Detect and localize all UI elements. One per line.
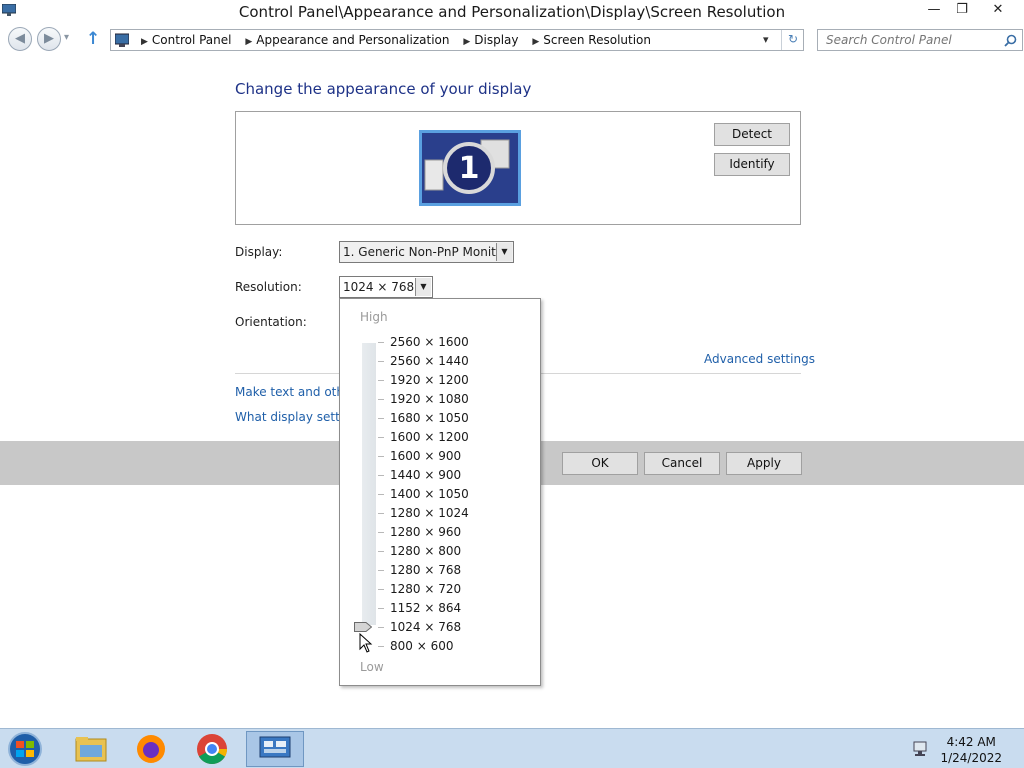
slider-tick <box>378 608 384 609</box>
resolution-option[interactable]: 1400 × 1050 <box>390 487 469 501</box>
cancel-button[interactable]: Cancel <box>644 452 720 475</box>
slider-high-label: High <box>360 310 388 324</box>
resolution-option[interactable]: 2560 × 1440 <box>390 354 469 368</box>
slider-tick <box>378 456 384 457</box>
display-select-value: 1. Generic Non-PnP Monitor <box>343 245 509 259</box>
start-button[interactable] <box>4 731 46 767</box>
control-panel-icon <box>259 736 291 758</box>
breadcrumb-display[interactable]: Display <box>474 33 518 47</box>
mouse-cursor-icon <box>359 633 373 653</box>
breadcrumb-separator-icon: ▶ <box>532 37 540 47</box>
resolution-dropdown[interactable]: High 2560 × 1600 2560 × 1440 1920 × 1200 19… <box>339 298 541 686</box>
address-bar[interactable]: ▶ Control Panel ▶ Appearance and Personali… <box>110 29 804 51</box>
slider-low-label: Low <box>360 660 384 674</box>
slider-tick <box>378 494 384 495</box>
identify-button[interactable]: Identify <box>714 153 790 176</box>
address-dropdown-button[interactable]: ▾ <box>763 33 769 46</box>
resolution-option[interactable]: 1920 × 1200 <box>390 373 469 387</box>
advanced-settings-link[interactable]: Advanced settings <box>704 352 815 366</box>
breadcrumb-control-panel[interactable]: Control Panel <box>152 33 232 47</box>
back-arrow-icon: ◀ <box>15 31 25 46</box>
restore-button[interactable]: ❐ <box>946 0 978 22</box>
chevron-down-icon: ▼ <box>496 243 512 261</box>
monitor-1-icon[interactable]: 1 <box>419 130 521 206</box>
slider-tick <box>378 589 384 590</box>
file-explorer-icon[interactable] <box>62 731 120 767</box>
breadcrumb-separator-icon: ▶ <box>463 37 471 47</box>
slider-tick <box>378 570 384 571</box>
detect-button[interactable]: Detect <box>714 123 790 146</box>
slider-tick <box>378 418 384 419</box>
resolution-option[interactable]: 1024 × 768 <box>390 620 461 634</box>
breadcrumb-appearance[interactable]: Appearance and Personalization <box>256 33 449 47</box>
slider-tick <box>378 646 384 647</box>
slider-tick <box>378 437 384 438</box>
slider-tick <box>378 380 384 381</box>
resolution-option[interactable]: 800 × 600 <box>390 639 454 653</box>
slider-tick <box>378 399 384 400</box>
close-button[interactable]: ✕ <box>982 0 1014 22</box>
resolution-slider-thumb[interactable] <box>354 622 372 632</box>
forward-arrow-icon: ▶ <box>44 31 54 46</box>
resolution-option[interactable]: 1600 × 900 <box>390 449 461 463</box>
refresh-button[interactable]: ↻ <box>781 30 804 50</box>
window-title: Control Panel\Appearance and Personaliza… <box>238 3 786 21</box>
display-preview-panel: 1 Detect Identify <box>235 111 801 225</box>
clock-time: 4:42 AM <box>946 735 996 749</box>
resolution-select-value: 1024 × 768 <box>343 280 415 294</box>
resolution-option[interactable]: 1280 × 768 <box>390 563 461 577</box>
resolution-select[interactable]: 1024 × 768 ▼ <box>339 276 433 298</box>
resolution-option[interactable]: 1280 × 960 <box>390 525 461 539</box>
recent-pages-button[interactable]: ▾ <box>64 32 69 43</box>
slider-tick <box>378 361 384 362</box>
up-arrow-icon[interactable]: ↑ <box>86 29 100 49</box>
resolution-label: Resolution: <box>235 280 302 294</box>
chevron-down-icon: ▼ <box>415 278 431 296</box>
resolution-option[interactable]: 1280 × 720 <box>390 582 461 596</box>
firefox-icon[interactable] <box>122 731 180 767</box>
search-icon[interactable] <box>1004 34 1017 47</box>
resolution-slider-track[interactable] <box>362 343 376 625</box>
slider-tick <box>378 513 384 514</box>
title-bar: Control Panel\Appearance and Personaliza… <box>0 0 1024 24</box>
slider-tick <box>378 532 384 533</box>
display-label: Display: <box>235 245 283 259</box>
orientation-label: Orientation: <box>235 315 307 329</box>
apply-button[interactable]: Apply <box>726 452 802 475</box>
resolution-option[interactable]: 2560 × 1600 <box>390 335 469 349</box>
display-select[interactable]: 1. Generic Non-PnP Monitor ▼ <box>339 241 514 263</box>
taskbar: 4:42 AM 1/24/2022 <box>0 728 1024 768</box>
clock[interactable]: 4:42 AM 1/24/2022 <box>940 734 1002 766</box>
breadcrumb: ▶ Control Panel ▶ Appearance and Personali… <box>135 33 655 47</box>
breadcrumb-separator-icon: ▶ <box>245 37 253 47</box>
search-box[interactable] <box>817 29 1023 51</box>
chrome-icon[interactable] <box>183 731 241 767</box>
forward-button[interactable]: ▶ <box>37 27 61 51</box>
breadcrumb-screen-resolution[interactable]: Screen Resolution <box>543 33 651 47</box>
breadcrumb-separator-icon: ▶ <box>141 37 148 47</box>
monitor-number: 1 <box>459 151 480 186</box>
control-panel-small-icon <box>115 33 129 47</box>
slider-tick <box>378 551 384 552</box>
page-heading: Change the appearance of your display <box>235 80 532 98</box>
resolution-option[interactable]: 1280 × 1024 <box>390 506 469 520</box>
search-input[interactable] <box>824 32 998 48</box>
control-panel-taskbar-button[interactable] <box>246 731 304 767</box>
slider-tick <box>378 342 384 343</box>
resolution-option[interactable]: 1152 × 864 <box>390 601 461 615</box>
clock-date: 1/24/2022 <box>940 751 1002 765</box>
resolution-option[interactable]: 1600 × 1200 <box>390 430 469 444</box>
resolution-option[interactable]: 1280 × 800 <box>390 544 461 558</box>
resolution-option[interactable]: 1440 × 900 <box>390 468 461 482</box>
slider-tick <box>378 627 384 628</box>
resolution-option[interactable]: 1920 × 1080 <box>390 392 469 406</box>
network-icon[interactable] <box>913 741 931 757</box>
slider-tick <box>378 475 384 476</box>
ok-button[interactable]: OK <box>562 452 638 475</box>
resolution-option[interactable]: 1680 × 1050 <box>390 411 469 425</box>
back-button[interactable]: ◀ <box>8 27 32 51</box>
